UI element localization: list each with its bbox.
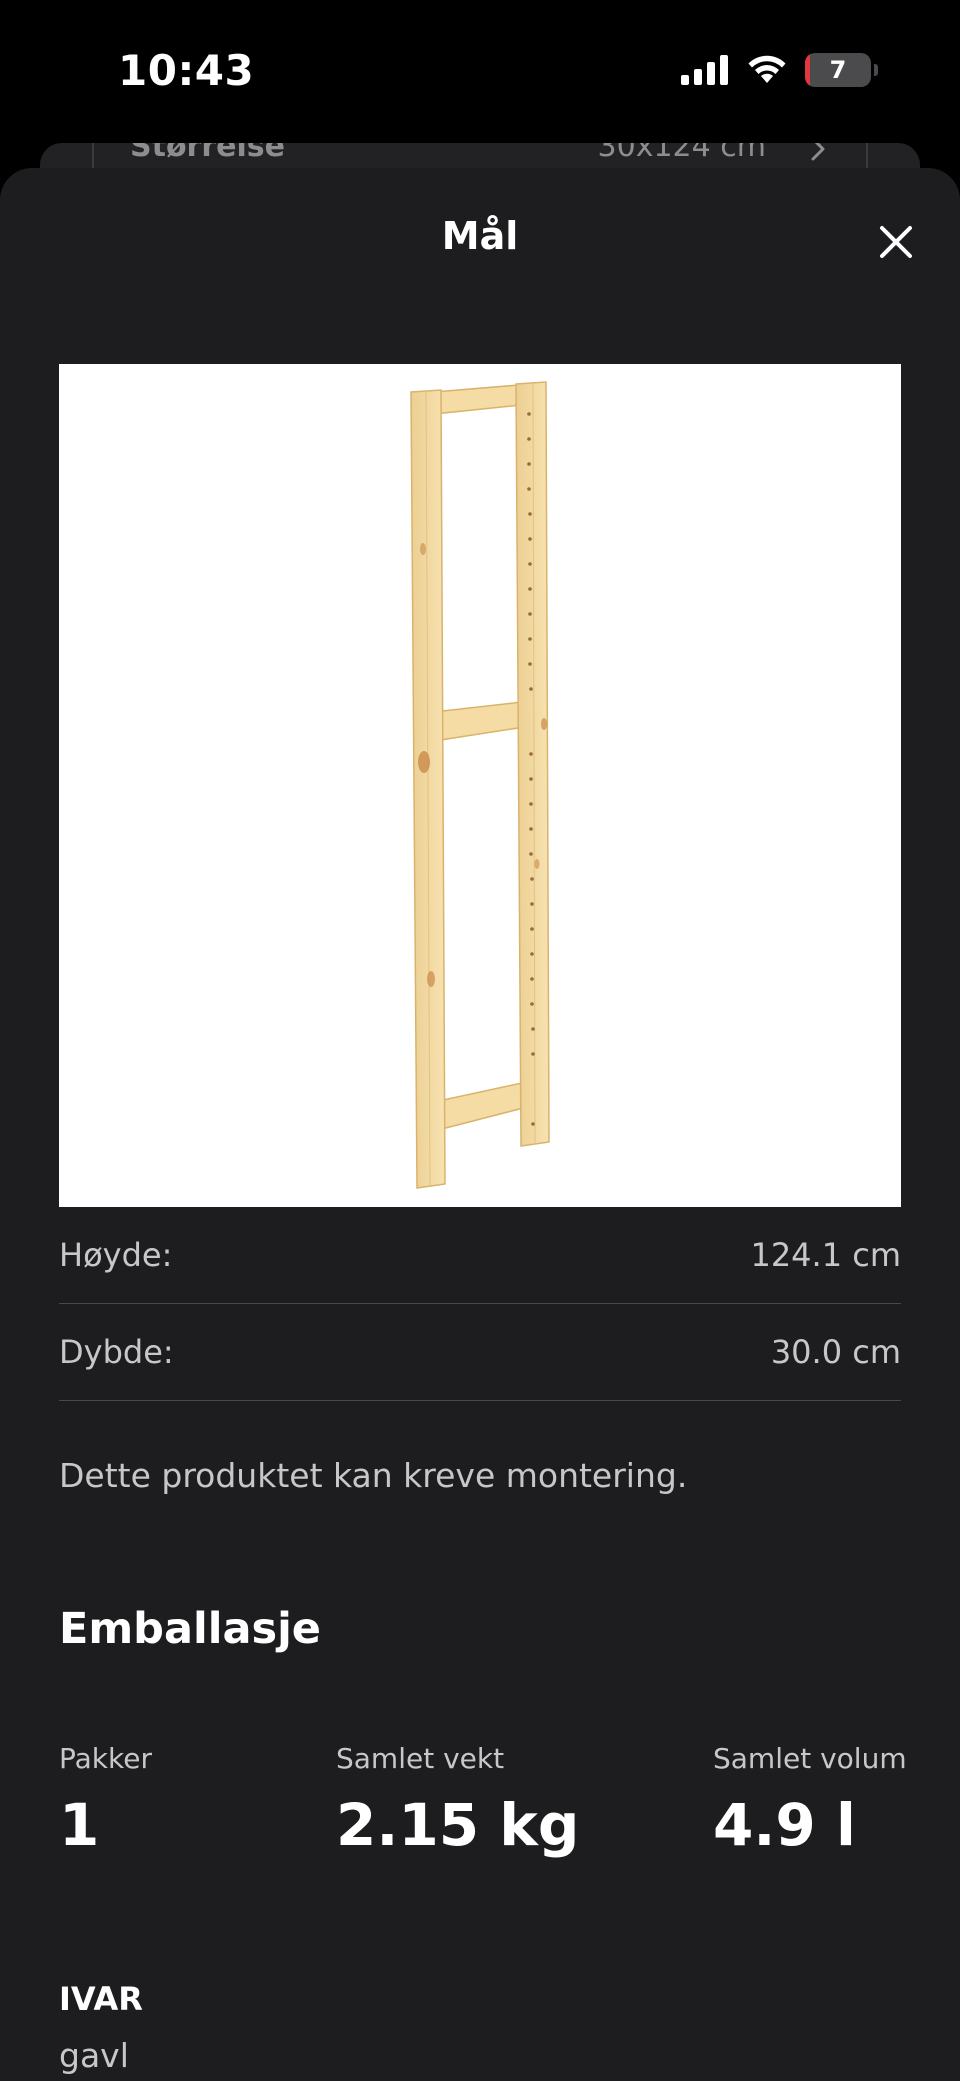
packaging-heading: Emballasje <box>59 1604 321 1654</box>
dimensions-sheet: Mål Høyde: 124.1 cm Dybde: 30.0 cm Dette… <box>0 168 960 2081</box>
total-weight-label: Samlet vekt <box>336 1742 505 1775</box>
product-type: gavl <box>59 2036 129 2075</box>
height-value: 124.1 cm <box>750 1236 901 1274</box>
sheet-title: Mål <box>441 214 519 258</box>
size-value: 30x124 cm <box>597 143 766 164</box>
packages-value: 1 <box>59 1791 100 1859</box>
total-volume-value: 4.9 l <box>713 1791 856 1859</box>
product-name: IVAR <box>59 1980 143 2018</box>
total-volume-info: Samlet volum 4.9 l <box>713 1742 907 1859</box>
status-icons: 7 <box>681 50 878 90</box>
status-bar: 10:43 7 <box>0 0 960 140</box>
size-label: Størrelse <box>130 143 285 164</box>
depth-row: Dybde: 30.0 cm <box>59 1304 901 1401</box>
chevron-right-icon <box>811 143 825 161</box>
signal-icon <box>681 55 728 85</box>
height-row: Høyde: 124.1 cm <box>59 1207 901 1304</box>
height-label: Høyde: <box>59 1236 173 1274</box>
total-weight-info: Samlet vekt 2.15 kg <box>336 1742 579 1859</box>
battery-icon: 7 <box>805 53 871 87</box>
assembly-note: Dette produktet kan kreve montering. <box>59 1456 688 1495</box>
battery-level <box>805 53 810 87</box>
packages-info: Pakker 1 <box>59 1742 152 1859</box>
status-time: 10:43 <box>118 46 255 95</box>
product-image <box>59 364 901 1207</box>
depth-label: Dybde: <box>59 1333 174 1371</box>
total-volume-label: Samlet volum <box>713 1742 907 1775</box>
wifi-icon <box>748 55 786 83</box>
shelf-side-unit-illustration <box>410 381 550 1189</box>
battery-percentage: 7 <box>829 56 847 84</box>
close-button[interactable] <box>868 214 924 270</box>
depth-value: 30.0 cm <box>770 1333 901 1371</box>
packages-label: Pakker <box>59 1742 152 1775</box>
total-weight-value: 2.15 kg <box>336 1791 580 1859</box>
close-icon <box>880 226 912 258</box>
battery-cap <box>874 64 878 76</box>
